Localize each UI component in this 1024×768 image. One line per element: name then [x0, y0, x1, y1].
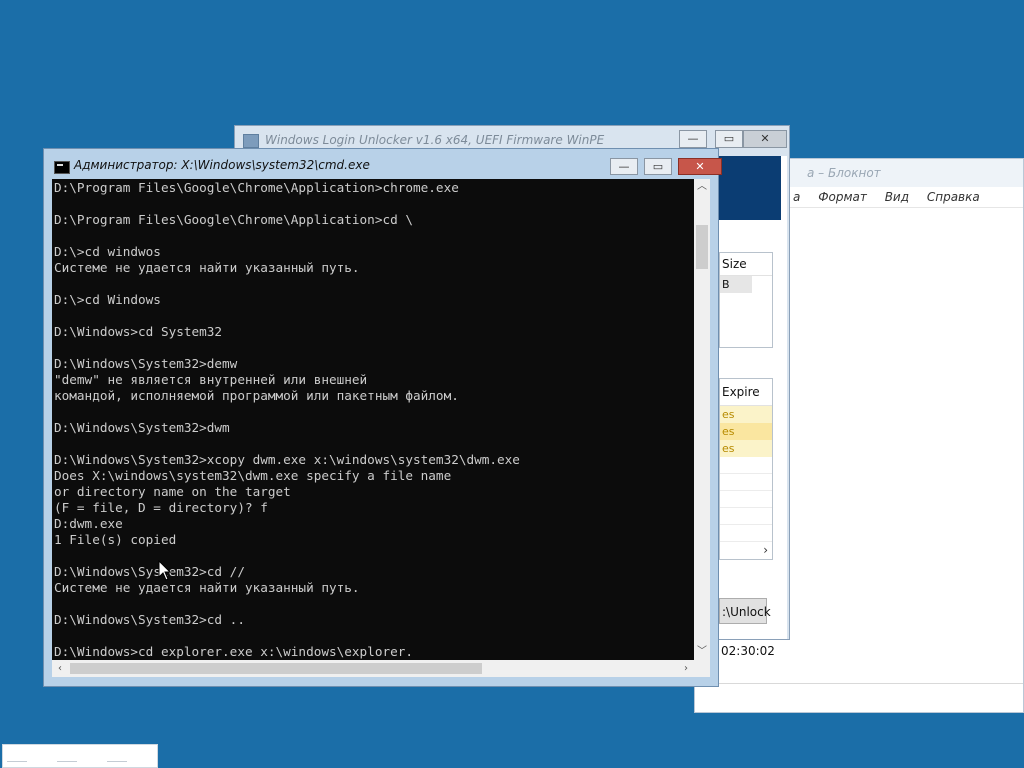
size-cell[interactable]: B: [720, 276, 752, 293]
scroll-right-icon[interactable]: ›: [763, 543, 768, 557]
console-icon: [54, 161, 70, 174]
taskbar-item[interactable]: [2, 744, 158, 768]
scroll-left-icon[interactable]: ‹: [52, 660, 68, 677]
minimize-button[interactable]: —: [610, 158, 638, 175]
unlocker-title: Windows Login Unlocker v1.6 x64, UEFI Fi…: [265, 133, 605, 147]
divider: [57, 761, 77, 766]
maximize-button[interactable]: ▭: [715, 130, 743, 148]
expire-cell[interactable]: es: [720, 440, 772, 457]
notepad-status-divider: [695, 683, 1023, 684]
grid-row: [720, 525, 772, 542]
cmd-title: Администратор: X:\Windows\system32\cmd.e…: [74, 158, 370, 172]
close-button[interactable]: ✕: [678, 158, 722, 175]
horizontal-scrollbar[interactable]: ‹ ›: [52, 660, 694, 677]
expire-cell[interactable]: es: [720, 423, 772, 440]
unlocker-banner: [719, 156, 781, 220]
cmd-titlebar[interactable]: Администратор: X:\Windows\system32\cmd.e…: [44, 149, 722, 179]
grid-row: [720, 474, 772, 491]
notepad-menu-help[interactable]: Справка: [927, 190, 980, 204]
maximize-button[interactable]: ▭: [644, 158, 672, 175]
divider: [107, 761, 127, 766]
console-output[interactable]: D:\Program Files\Google\Chrome\Applicati…: [52, 179, 694, 660]
scroll-thumb[interactable]: [696, 225, 708, 269]
grid-row: [720, 491, 772, 508]
grid-row: [720, 508, 772, 525]
scroll-up-icon[interactable]: ︿: [694, 179, 710, 195]
notepad-menu-view[interactable]: Вид: [885, 190, 909, 204]
divider: [7, 761, 27, 766]
cmd-window[interactable]: Администратор: X:\Windows\system32\cmd.e…: [43, 148, 722, 687]
size-column-header[interactable]: Size: [720, 253, 772, 276]
grid-row: [720, 457, 772, 474]
minimize-button[interactable]: —: [679, 130, 707, 148]
scrollbar-corner: [694, 660, 710, 677]
mouse-cursor-icon: [158, 560, 172, 581]
vertical-scrollbar[interactable]: ︿ ﹀: [694, 179, 710, 660]
notepad-menu-format[interactable]: Формат: [818, 190, 867, 204]
clock-label: 02:30:02: [721, 644, 775, 658]
expire-column-header[interactable]: Expire: [720, 379, 772, 406]
expire-cell[interactable]: es: [720, 406, 772, 423]
unlocker-content: Size B Expire es es es › :\Unlock 02:30:…: [719, 156, 787, 658]
scroll-down-icon[interactable]: ﹀: [694, 644, 710, 660]
expire-panel: Expire es es es ›: [719, 378, 773, 560]
scroll-right-icon[interactable]: ›: [678, 660, 694, 677]
size-panel: Size B: [719, 252, 773, 348]
scroll-thumb[interactable]: [70, 663, 482, 674]
unlock-button[interactable]: :\Unlock: [719, 598, 771, 624]
console-text: D:\Program Files\Google\Chrome\Applicati…: [54, 180, 520, 659]
close-button[interactable]: ✕: [743, 130, 787, 148]
notepad-menu-item[interactable]: а: [793, 190, 800, 204]
app-icon: [243, 134, 259, 148]
